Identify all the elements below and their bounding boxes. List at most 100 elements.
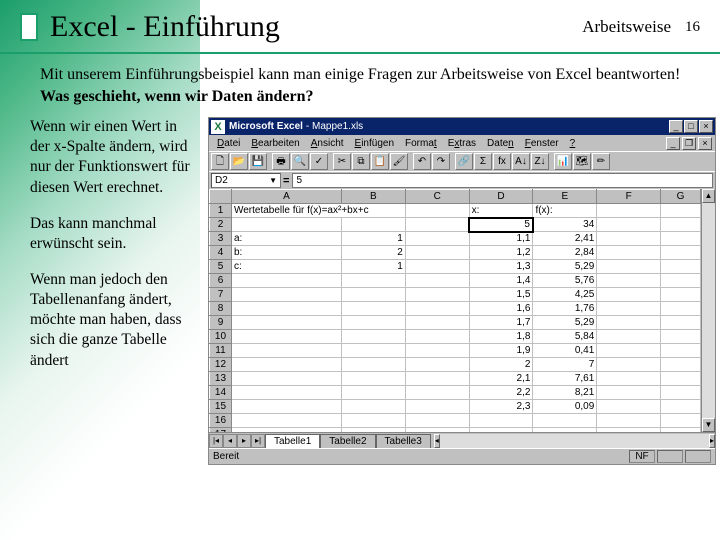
menu-einfuegen[interactable]: Einfügen [350, 138, 399, 149]
minimize-button[interactable]: _ [669, 120, 683, 133]
row-header[interactable]: 5 [210, 260, 232, 274]
cell[interactable]: f(x): [533, 204, 597, 218]
cell[interactable]: x: [469, 204, 533, 218]
redo-icon[interactable]: ↷ [432, 153, 450, 170]
col-header-a[interactable]: A [231, 190, 341, 204]
drawing-icon[interactable]: ✏ [592, 153, 610, 170]
cell[interactable]: 1,7 [469, 316, 533, 330]
cell[interactable]: 7 [533, 358, 597, 372]
cell[interactable]: 1,8 [469, 330, 533, 344]
row-header[interactable]: 4 [210, 246, 232, 260]
cell[interactable]: 1,3 [469, 260, 533, 274]
equals-icon[interactable]: = [283, 175, 289, 187]
save-icon[interactable]: 💾 [249, 153, 267, 170]
row-header[interactable]: 17 [210, 428, 232, 433]
cell[interactable]: 2,84 [533, 246, 597, 260]
function-icon[interactable]: fx [493, 153, 511, 170]
cell[interactable]: a: [231, 232, 341, 246]
spell-icon[interactable]: ✓ [310, 153, 328, 170]
cell[interactable]: 1,6 [469, 302, 533, 316]
cell[interactable]: 7,61 [533, 372, 597, 386]
spreadsheet-grid[interactable]: A B C D E F G 1Wertetabelle für f(x)=ax²… [209, 189, 701, 432]
row-header[interactable]: 8 [210, 302, 232, 316]
row-header[interactable]: 2 [210, 218, 232, 232]
col-header-c[interactable]: C [405, 190, 469, 204]
cell[interactable]: 5,76 [533, 274, 597, 288]
row-header[interactable]: 3 [210, 232, 232, 246]
row-header[interactable]: 15 [210, 400, 232, 414]
name-box[interactable]: D2▼ [211, 173, 281, 188]
scroll-right-icon[interactable]: ▸ [709, 434, 715, 448]
row-header[interactable]: 6 [210, 274, 232, 288]
cell[interactable]: 1,1 [469, 232, 533, 246]
menu-datei[interactable]: Datei [212, 138, 245, 149]
cell[interactable]: 34 [533, 218, 597, 232]
row-header[interactable]: 7 [210, 288, 232, 302]
active-cell[interactable]: 5 [469, 218, 533, 232]
cell[interactable]: 1 [341, 232, 405, 246]
scroll-down-icon[interactable]: ▼ [702, 418, 715, 432]
cell[interactable]: 0,41 [533, 344, 597, 358]
menu-fenster[interactable]: Fenster [520, 138, 564, 149]
row-header[interactable]: 16 [210, 414, 232, 428]
cell[interactable]: 2,2 [469, 386, 533, 400]
sheet-tab-1[interactable]: Tabelle1 [265, 434, 320, 448]
tab-first-icon[interactable]: |◂ [209, 434, 223, 448]
col-header-f[interactable]: F [597, 190, 661, 204]
copy-icon[interactable]: ⧉ [352, 153, 370, 170]
col-header-g[interactable]: G [661, 190, 701, 204]
row-header[interactable]: 11 [210, 344, 232, 358]
doc-close-button[interactable]: × [698, 137, 712, 150]
menu-help[interactable]: ? [565, 138, 581, 149]
cell[interactable]: 1,76 [533, 302, 597, 316]
open-icon[interactable]: 📂 [230, 153, 248, 170]
cell[interactable]: 1 [341, 260, 405, 274]
cell[interactable]: 1,4 [469, 274, 533, 288]
cell[interactable]: Wertetabelle für f(x)=ax²+bx+c [231, 204, 405, 218]
row-header[interactable]: 10 [210, 330, 232, 344]
sort-asc-icon[interactable]: A↓ [512, 153, 530, 170]
row-header[interactable]: 9 [210, 316, 232, 330]
cell[interactable]: 5,29 [533, 260, 597, 274]
cell[interactable]: 8,21 [533, 386, 597, 400]
menu-format[interactable]: Format [400, 138, 442, 149]
tab-next-icon[interactable]: ▸ [237, 434, 251, 448]
menu-bearbeiten[interactable]: Bearbeiten [246, 138, 304, 149]
cell[interactable]: 2 [469, 358, 533, 372]
cell[interactable]: 2,1 [469, 372, 533, 386]
cell[interactable]: b: [231, 246, 341, 260]
sheet-tab-3[interactable]: Tabelle3 [376, 434, 431, 448]
paste-icon[interactable]: 📋 [371, 153, 389, 170]
row-header[interactable]: 12 [210, 358, 232, 372]
doc-minimize-button[interactable]: _ [666, 137, 680, 150]
vertical-scrollbar[interactable]: ▲ ▼ [701, 189, 715, 432]
close-button[interactable]: × [699, 120, 713, 133]
menu-extras[interactable]: Extras [443, 138, 481, 149]
cell[interactable]: 2,41 [533, 232, 597, 246]
col-header-e[interactable]: E [533, 190, 597, 204]
menu-ansicht[interactable]: Ansicht [306, 138, 349, 149]
preview-icon[interactable]: 🔍 [291, 153, 309, 170]
map-icon[interactable]: 🗺 [573, 153, 591, 170]
doc-restore-button[interactable]: ❐ [682, 137, 696, 150]
cut-icon[interactable]: ✂ [333, 153, 351, 170]
menu-daten[interactable]: Daten [482, 138, 519, 149]
cell[interactable]: 5,84 [533, 330, 597, 344]
maximize-button[interactable]: □ [684, 120, 698, 133]
row-header[interactable]: 14 [210, 386, 232, 400]
cell[interactable]: 5,29 [533, 316, 597, 330]
cell[interactable]: c: [231, 260, 341, 274]
cell[interactable]: 0,09 [533, 400, 597, 414]
hyperlink-icon[interactable]: 🔗 [455, 153, 473, 170]
sort-desc-icon[interactable]: Z↓ [531, 153, 549, 170]
chart-icon[interactable]: 📊 [554, 153, 572, 170]
formula-input[interactable]: 5 [292, 173, 713, 188]
new-icon[interactable]: 🗋 [211, 153, 229, 170]
sheet-tab-2[interactable]: Tabelle2 [320, 434, 375, 448]
undo-icon[interactable]: ↶ [413, 153, 431, 170]
cell[interactable]: 1,2 [469, 246, 533, 260]
cell[interactable]: 2,3 [469, 400, 533, 414]
row-header[interactable]: 1 [210, 204, 232, 218]
cell[interactable]: 2 [341, 246, 405, 260]
print-icon[interactable]: 🖶 [272, 153, 290, 170]
